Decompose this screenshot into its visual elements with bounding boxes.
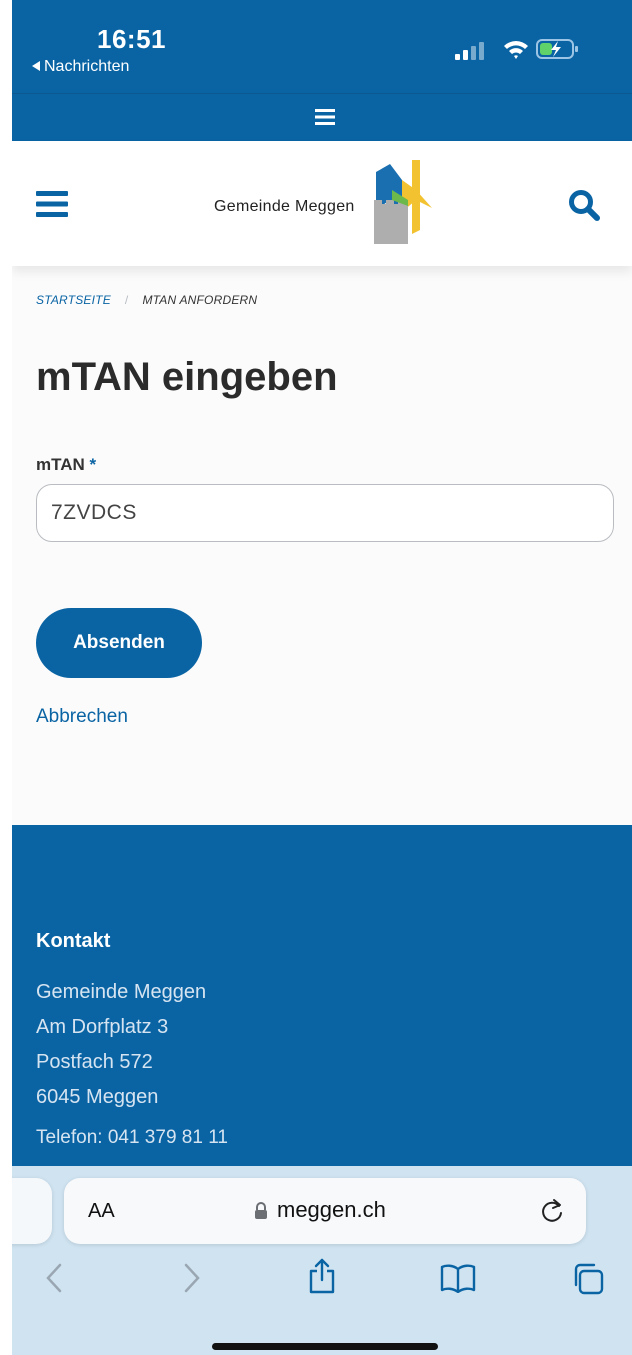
cancel-link[interactable]: Abbrechen <box>36 706 128 728</box>
submit-button[interactable]: Absenden <box>36 608 202 678</box>
site-header: Gemeinde Meggen <box>12 141 632 266</box>
address-line: Postfach 572 <box>36 1051 153 1073</box>
back-app-label: Nachrichten <box>44 58 130 75</box>
address-line: 6045 Meggen <box>36 1086 159 1108</box>
reload-icon[interactable] <box>540 1198 564 1224</box>
tabs-icon[interactable] <box>572 1263 604 1295</box>
browser-toolbar: AA meggen.ch <box>12 1166 632 1355</box>
breadcrumb-home-link[interactable]: STARTSEITE <box>36 293 111 307</box>
mtan-label-text: mTAN <box>36 455 85 474</box>
meggen-logo-icon[interactable] <box>372 160 438 246</box>
text-size-button[interactable]: AA <box>88 1200 115 1223</box>
url-text[interactable]: meggen.ch <box>277 1197 386 1223</box>
search-icon[interactable] <box>568 189 600 221</box>
hamburger-icon[interactable] <box>315 109 335 125</box>
address-line: Am Dorfplatz 3 <box>36 1016 169 1038</box>
lock-icon <box>255 1202 267 1219</box>
breadcrumb: STARTSEITE / MTAN ANFORDERN <box>36 293 257 307</box>
back-arrow-icon[interactable] <box>46 1263 62 1293</box>
page-title: mTAN eingeben <box>36 355 338 399</box>
mtan-label: mTAN * <box>36 455 96 475</box>
battery-charging-icon <box>536 39 578 59</box>
top-nav-bar <box>12 93 632 142</box>
footer-heading: Kontakt <box>36 930 111 952</box>
home-indicator <box>212 1343 438 1350</box>
footer-phone[interactable]: Telefon: 041 379 81 11 <box>36 1127 228 1149</box>
menu-icon[interactable] <box>36 191 68 217</box>
signal-icon <box>455 42 484 60</box>
address-bar[interactable]: AA meggen.ch <box>64 1178 586 1244</box>
address-line: Gemeinde Meggen <box>36 981 207 1003</box>
forward-arrow-icon[interactable] <box>184 1263 200 1293</box>
status-bar: 16:51 Nachrichten <box>12 0 632 93</box>
bookmarks-icon[interactable] <box>440 1263 476 1293</box>
required-marker: * <box>89 455 97 474</box>
footer-address: Gemeinde Meggen Am Dorfplatz 3 Postfach … <box>36 975 206 1115</box>
previous-tab-card[interactable] <box>12 1178 52 1244</box>
wifi-icon <box>504 41 528 59</box>
share-icon[interactable] <box>308 1258 336 1294</box>
phone-screen: 16:51 Nachrichten Gemeinde Meggen STARTS… <box>12 0 632 1355</box>
breadcrumb-current: MTAN ANFORDERN <box>142 293 258 307</box>
text-size-label: AA <box>88 1200 115 1222</box>
back-triangle-icon <box>32 60 40 71</box>
mtan-input[interactable]: 7ZVDCS <box>36 484 614 542</box>
clock: 16:51 <box>97 24 166 54</box>
site-name[interactable]: Gemeinde Meggen <box>214 198 355 216</box>
breadcrumb-separator: / <box>124 293 129 307</box>
back-to-app-link[interactable]: Nachrichten <box>32 58 129 76</box>
